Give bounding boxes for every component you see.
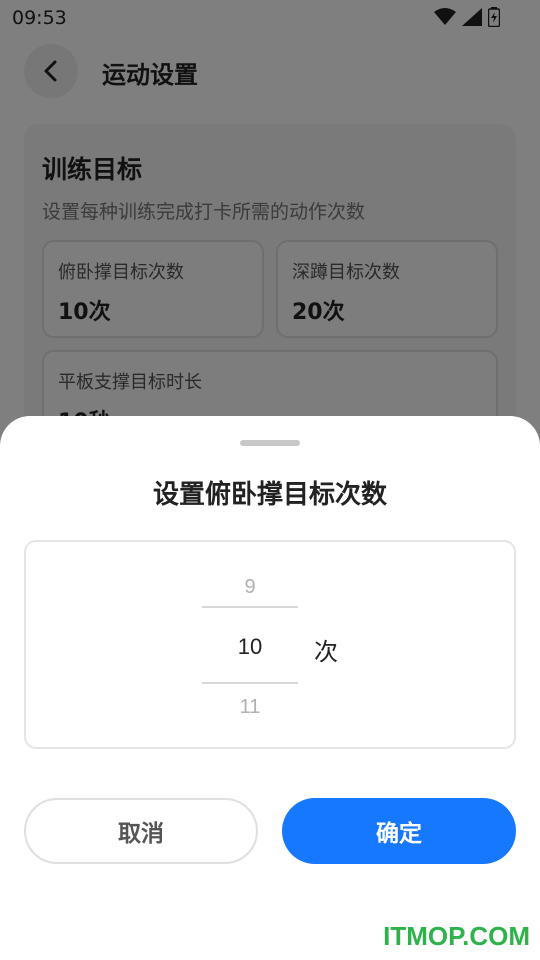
sheet-title: 设置俯卧撑目标次数 (152, 480, 387, 510)
picker-divider-top (202, 606, 298, 608)
picker-next-value[interactable]: 11 (202, 696, 298, 719)
picker-prev-value[interactable]: 9 (202, 576, 298, 599)
picker-unit: 次 (314, 638, 338, 666)
watermark-text: ITMOP.COM (383, 921, 530, 951)
bottom-sheet: 设置俯卧撑目标次数 9 10 11 次 取消 确定 ITMOP.COM (0, 416, 540, 960)
confirm-button[interactable]: 确定 (282, 798, 516, 864)
picker-divider-bottom (202, 682, 298, 684)
sheet-drag-handle[interactable] (240, 440, 300, 446)
cancel-button[interactable]: 取消 (24, 798, 258, 864)
picker-current-value[interactable]: 10 (202, 634, 298, 660)
number-picker[interactable]: 9 10 11 次 (24, 540, 516, 749)
